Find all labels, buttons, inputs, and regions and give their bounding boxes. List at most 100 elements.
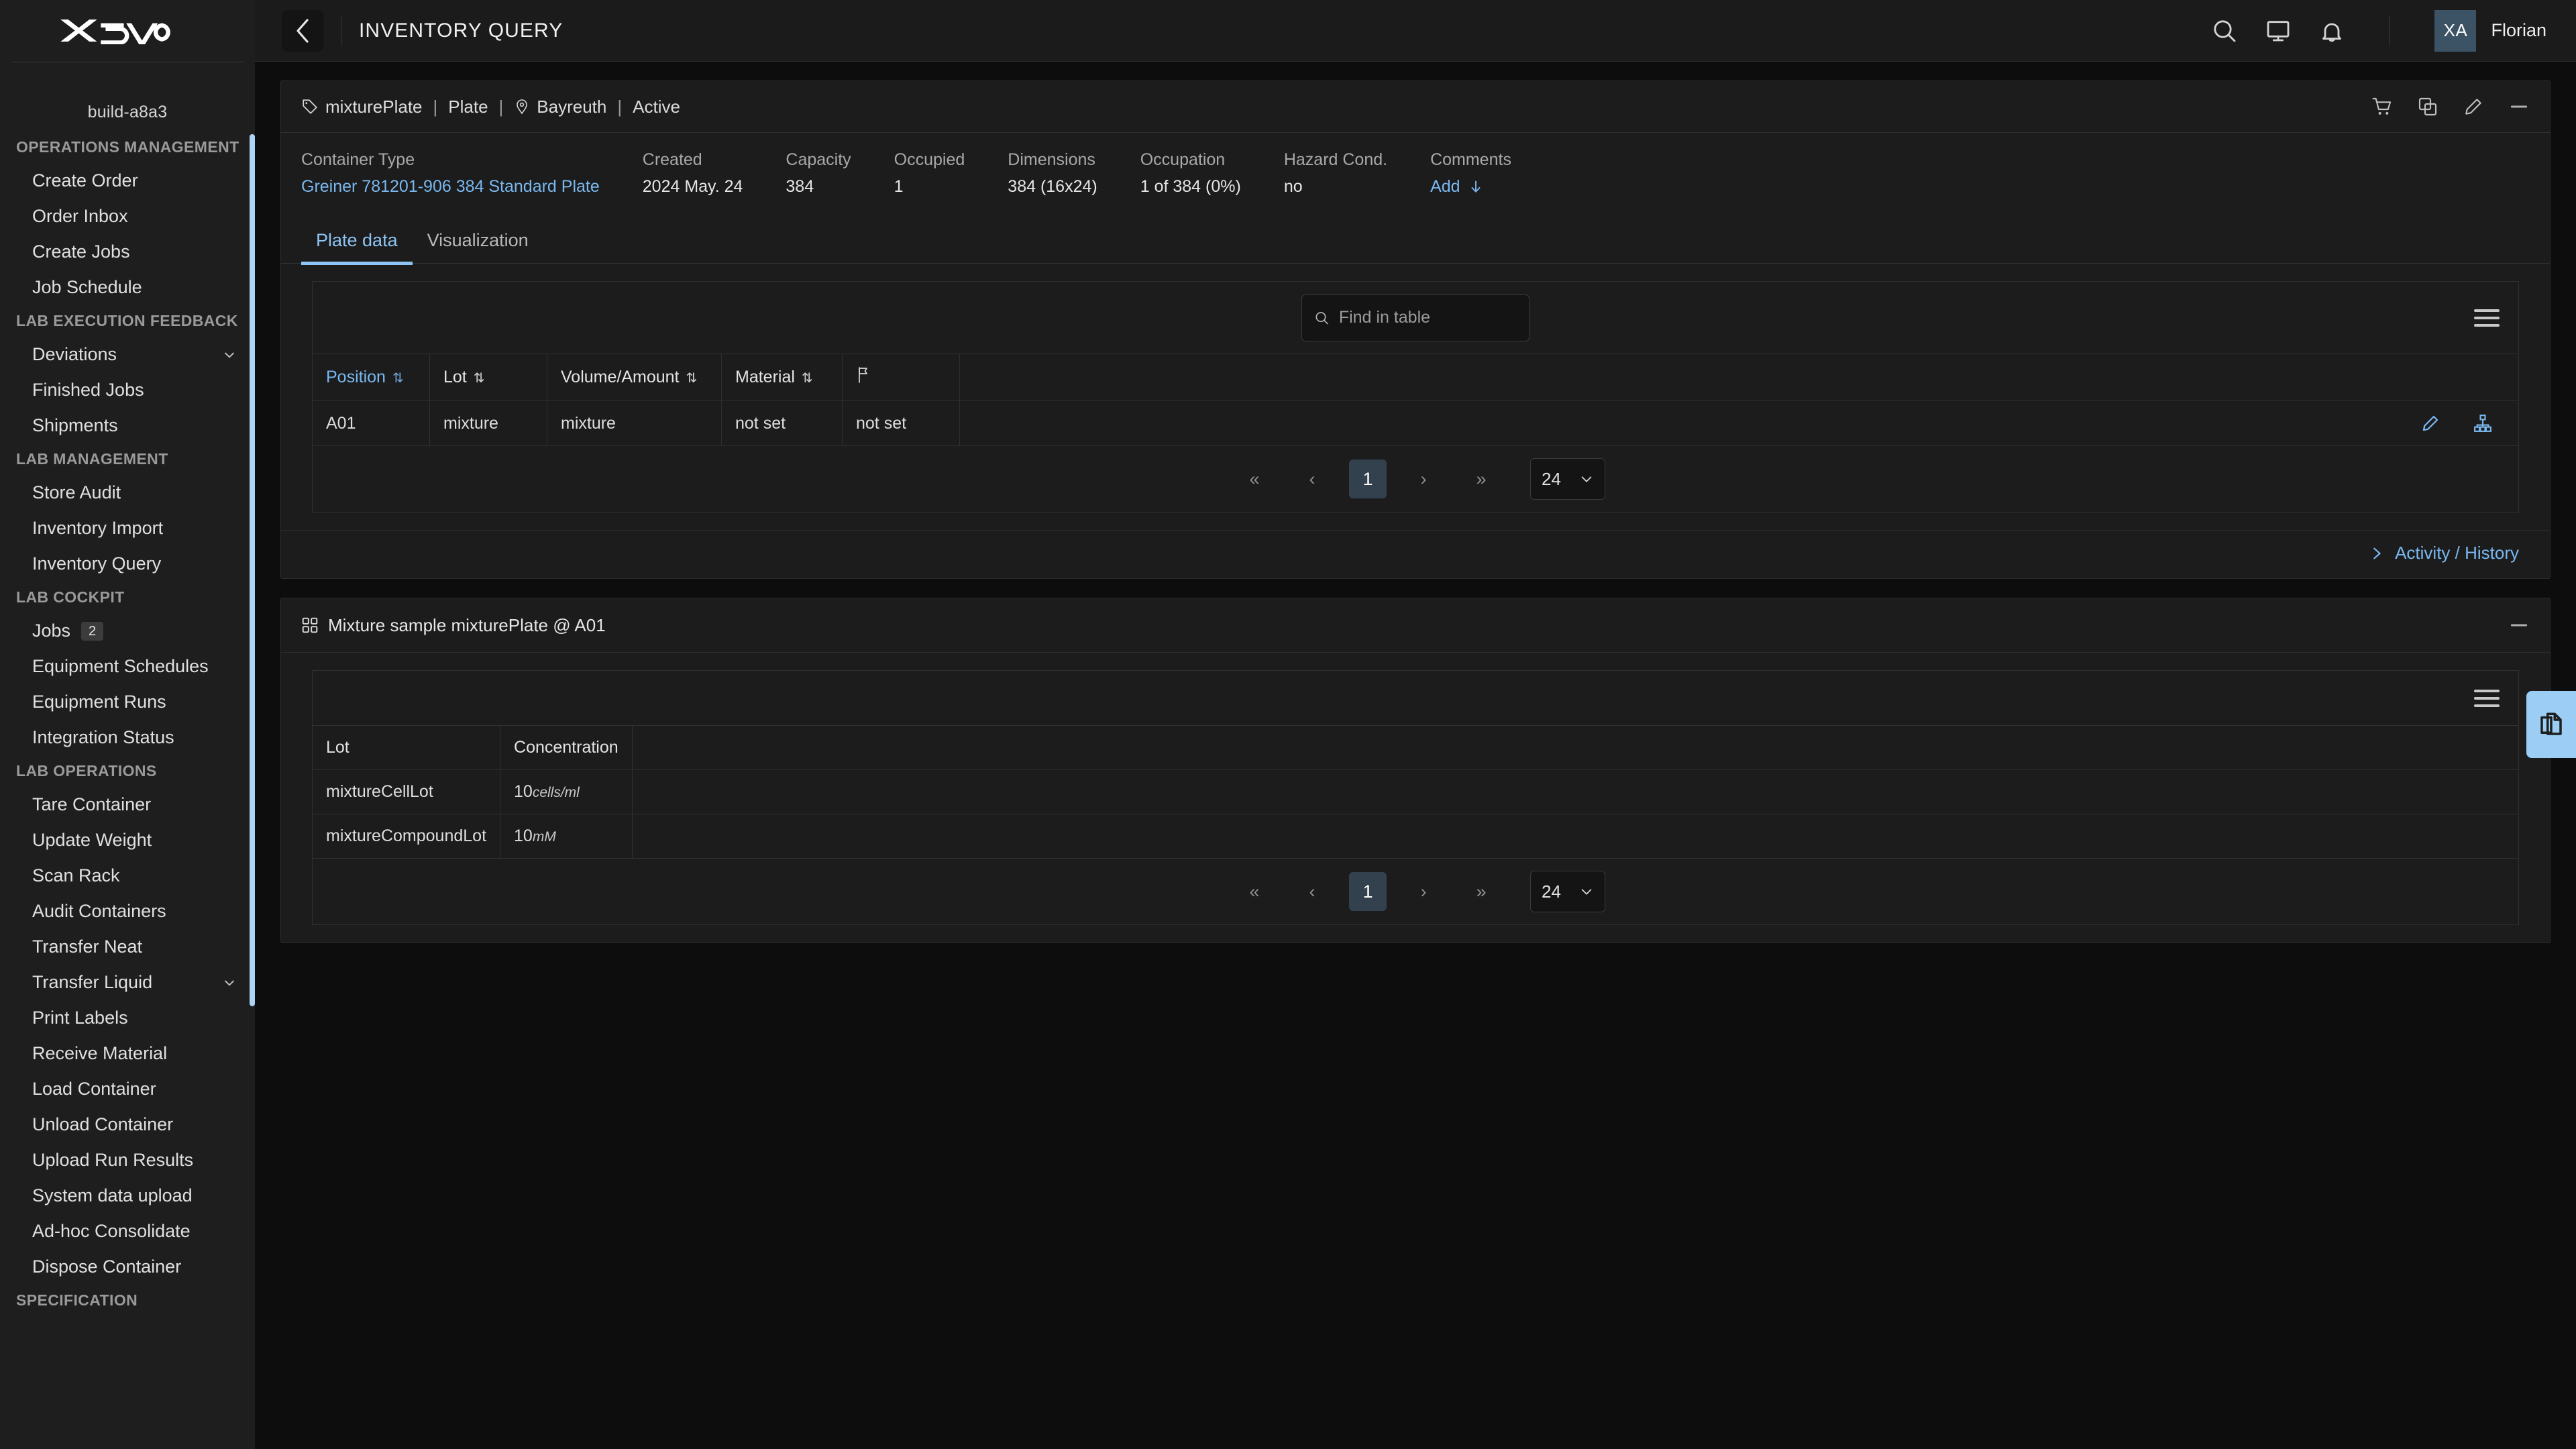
col-position[interactable]: Position ⇅ bbox=[312, 354, 430, 401]
col-flag[interactable] bbox=[842, 354, 960, 401]
sidebar-item-deviations[interactable]: Deviations bbox=[0, 337, 255, 372]
pencil-icon[interactable] bbox=[2420, 413, 2440, 433]
sidebar-item-finished-jobs[interactable]: Finished Jobs bbox=[0, 372, 255, 408]
sidebar-item-upload-run-results[interactable]: Upload Run Results bbox=[0, 1142, 255, 1178]
sidebar-item-inventory-query[interactable]: Inventory Query bbox=[0, 546, 255, 582]
sidebar-item-label: Integration Status bbox=[32, 727, 174, 747]
documents-fab-button[interactable] bbox=[2526, 691, 2576, 758]
sidebar-item-audit-containers[interactable]: Audit Containers bbox=[0, 894, 255, 929]
sidebar-item-left: Dispose Container bbox=[32, 1256, 181, 1277]
monitor-icon[interactable] bbox=[2265, 17, 2292, 44]
sidebar-item-create-jobs[interactable]: Create Jobs bbox=[0, 234, 255, 270]
tab-plate-data[interactable]: Plate data bbox=[301, 221, 413, 265]
sidebar-item-label: Receive Material bbox=[32, 1043, 168, 1063]
hamburger-menu-icon[interactable] bbox=[2474, 309, 2500, 327]
sidebar-item-label: Shipments bbox=[32, 415, 118, 435]
sidebar-item-equipment-schedules[interactable]: Equipment Schedules bbox=[0, 649, 255, 684]
col-volume[interactable]: Volume/Amount ⇅ bbox=[547, 354, 722, 401]
minimize-icon[interactable] bbox=[2508, 614, 2530, 636]
table-header-row: Position ⇅ Lot ⇅ Volume/Amount ⇅ Material ⇅ bbox=[312, 354, 2519, 401]
activity-history-toggle[interactable]: Activity / History bbox=[2369, 543, 2519, 564]
sidebar-item-ad-hoc-consolidate[interactable]: Ad-hoc Consolidate bbox=[0, 1214, 255, 1249]
col-lot[interactable]: Lot ⇅ bbox=[429, 354, 547, 401]
sidebar-item-label: Update Weight bbox=[32, 830, 152, 850]
table-row[interactable]: A01 mixture mixture not set not set bbox=[312, 400, 2519, 446]
chevron-down-icon[interactable] bbox=[223, 348, 236, 362]
cell-lot[interactable]: mixture bbox=[429, 400, 547, 446]
sidebar-item-left: Upload Run Results bbox=[32, 1150, 193, 1171]
sidebar-item-jobs[interactable]: Jobs 2 bbox=[0, 613, 255, 649]
page-next-button[interactable]: › bbox=[1403, 872, 1444, 911]
mixture-card-title: Mixture sample mixturePlate @ A01 bbox=[328, 614, 606, 635]
sidebar-scrollbar[interactable] bbox=[250, 134, 255, 1006]
col-concentration[interactable]: Concentration bbox=[500, 725, 633, 770]
page-first-button[interactable]: « bbox=[1234, 872, 1275, 911]
brand-logo[interactable] bbox=[0, 0, 255, 62]
meta-col-container-type: Container Type Greiner 781201-906 384 Sta… bbox=[301, 150, 600, 197]
sidebar-item-unload-container[interactable]: Unload Container bbox=[0, 1107, 255, 1142]
pencil-icon[interactable] bbox=[2463, 96, 2484, 117]
find-in-table-box[interactable] bbox=[1301, 294, 1529, 341]
col-actions bbox=[959, 354, 2519, 401]
table-row[interactable]: mixtureCompoundLot 10mM bbox=[311, 814, 2520, 859]
chevron-down-icon[interactable] bbox=[223, 976, 236, 989]
sidebar-item-integration-status[interactable]: Integration Status bbox=[0, 720, 255, 755]
sidebar-item-print-labels[interactable]: Print Labels bbox=[0, 1000, 255, 1036]
sidebar-item-left: Load Container bbox=[32, 1079, 156, 1099]
sidebar-item-label: Upload Run Results bbox=[32, 1150, 194, 1170]
sidebar-item-label: Transfer Liquid bbox=[32, 972, 153, 992]
sidebar-item-update-weight[interactable]: Update Weight bbox=[0, 822, 255, 858]
sidebar-item-scan-rack[interactable]: Scan Rack bbox=[0, 858, 255, 894]
search-icon[interactable] bbox=[2211, 17, 2238, 44]
page-last-button[interactable]: » bbox=[1460, 460, 1502, 498]
sidebar-item-load-container[interactable]: Load Container bbox=[0, 1071, 255, 1107]
hamburger-menu-icon[interactable] bbox=[2474, 689, 2500, 707]
sidebar-item-left: System data upload bbox=[32, 1185, 193, 1206]
sidebar-item-inventory-import[interactable]: Inventory Import bbox=[0, 511, 255, 546]
cart-icon[interactable] bbox=[2371, 96, 2393, 117]
sidebar-item-left: Create Order bbox=[32, 170, 138, 191]
meta-col-capacity: Capacity 384 bbox=[786, 150, 851, 197]
user-menu[interactable]: XA Florian bbox=[2434, 9, 2546, 52]
find-in-table-input[interactable] bbox=[1338, 308, 1517, 327]
sidebar-item-receive-material[interactable]: Receive Material bbox=[0, 1036, 255, 1071]
meta-value[interactable]: Add bbox=[1430, 177, 1511, 197]
sidebar-item-dispose-container[interactable]: Dispose Container bbox=[0, 1249, 255, 1285]
minimize-icon[interactable] bbox=[2508, 96, 2530, 117]
sidebar-item-job-schedule[interactable]: Job Schedule bbox=[0, 270, 255, 305]
sidebar-item-order-inbox[interactable]: Order Inbox bbox=[0, 199, 255, 234]
sidebar-item-transfer-neat[interactable]: Transfer Neat bbox=[0, 929, 255, 965]
col-material[interactable]: Material ⇅ bbox=[721, 354, 843, 401]
sidebar-item-shipments[interactable]: Shipments bbox=[0, 408, 255, 443]
page-current[interactable]: 1 bbox=[1349, 872, 1387, 911]
sidebar-item-system-data-upload[interactable]: System data upload bbox=[0, 1178, 255, 1214]
page-first-button[interactable]: « bbox=[1234, 460, 1275, 498]
page-prev-button[interactable]: ‹ bbox=[1291, 460, 1333, 498]
cell-blank bbox=[631, 769, 2520, 814]
cell-volume: mixture bbox=[547, 400, 722, 446]
page-size-select[interactable]: 24 bbox=[1530, 871, 1605, 912]
sidebar-item-left: Receive Material bbox=[32, 1043, 167, 1064]
sidebar-item-create-order[interactable]: Create Order bbox=[0, 163, 255, 199]
meta-value[interactable]: Greiner 781201-906 384 Standard Plate bbox=[301, 177, 600, 197]
col-lot[interactable]: Lot bbox=[311, 725, 501, 770]
page-prev-button[interactable]: ‹ bbox=[1291, 872, 1333, 911]
page-size-select[interactable]: 24 bbox=[1530, 458, 1605, 500]
container-card-header: mixturePlate | Plate | Bayreuth | Active bbox=[281, 81, 2550, 133]
page-current[interactable]: 1 bbox=[1349, 460, 1387, 498]
avatar: XA bbox=[2434, 9, 2477, 52]
page-next-button[interactable]: › bbox=[1403, 460, 1444, 498]
copy-icon[interactable] bbox=[2417, 96, 2438, 117]
plate-data-table-wrap: Position ⇅ Lot ⇅ Volume/Amount ⇅ Material ⇅ bbox=[281, 264, 2550, 530]
tab-visualization[interactable]: Visualization bbox=[413, 221, 543, 265]
sidebar-item-store-audit[interactable]: Store Audit bbox=[0, 475, 255, 511]
sidebar-item-tare-container[interactable]: Tare Container bbox=[0, 787, 255, 822]
sidebar-item-transfer-liquid[interactable]: Transfer Liquid bbox=[0, 965, 255, 1000]
back-button[interactable] bbox=[282, 9, 323, 52]
hierarchy-icon[interactable] bbox=[2473, 413, 2493, 433]
bell-icon[interactable] bbox=[2318, 17, 2345, 44]
meta-value: 384 (16x24) bbox=[1008, 177, 1097, 196]
page-last-button[interactable]: » bbox=[1460, 872, 1502, 911]
sidebar-item-equipment-runs[interactable]: Equipment Runs bbox=[0, 684, 255, 720]
table-row[interactable]: mixtureCellLot 10cells/ml bbox=[311, 769, 2520, 814]
